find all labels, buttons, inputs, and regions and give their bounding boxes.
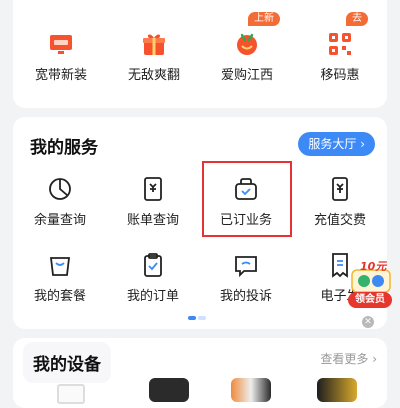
device-thumb-router[interactable] — [57, 384, 85, 404]
service-usage-query[interactable]: 余量查询 — [16, 175, 104, 228]
service-my-plan[interactable]: 我的套餐 — [16, 251, 104, 304]
qr-code-icon — [329, 33, 351, 55]
page-dot — [198, 316, 206, 320]
service-label: 余量查询 — [33, 213, 86, 228]
service-label: 充值交费 — [313, 213, 366, 228]
service-label: 我的订单 — [126, 289, 179, 304]
member-promo-widget[interactable]: 10元 领会员 — [346, 258, 396, 314]
service-my-orders[interactable]: 我的订单 — [109, 251, 197, 304]
quick-item-code[interactable]: 移码惠 — [300, 30, 380, 83]
quick-item-broadband[interactable]: 宽带新装 — [21, 30, 101, 83]
quick-item-jiangxi[interactable]: 爱购江西 — [207, 30, 287, 83]
service-my-complaints[interactable]: 我的投诉 — [202, 251, 290, 304]
devices-title: 我的设备 — [23, 342, 111, 383]
services-title: 我的服务 — [30, 138, 98, 158]
service-bill-query[interactable]: 账单查询 — [109, 175, 197, 228]
my-devices-card: 我的设备 查看更多 › — [13, 338, 387, 408]
broadband-tv-icon — [50, 35, 72, 54]
promo-member-button[interactable]: 领会员 — [348, 292, 392, 308]
shopping-mascot-icon — [237, 33, 257, 55]
device-thumb-phone-2[interactable] — [231, 378, 271, 402]
order-clipboard-icon — [144, 253, 162, 277]
gift-box-icon — [143, 34, 165, 55]
service-label: 我的投诉 — [219, 289, 272, 304]
device-thumb-phone-1[interactable] — [149, 378, 189, 402]
quick-item-label: 无敌爽翻 — [127, 68, 180, 83]
promo-cash-amount: 10元 — [360, 260, 387, 273]
quick-item-label: 移码惠 — [320, 68, 360, 83]
selection-highlight-box — [202, 161, 292, 237]
view-more-link[interactable]: 查看更多 › — [320, 350, 377, 367]
usage-pie-icon — [49, 178, 71, 200]
service-label: 我的套餐 — [33, 289, 86, 304]
new-tag-badge: 上新 — [248, 12, 280, 26]
device-thumb-phone-3[interactable] — [317, 378, 357, 402]
my-services-card: 我的服务 服务大厅 › 余量查询 账单查询 已订业务 充值交费 我的套餐 我的订… — [13, 117, 387, 329]
quick-item-gift[interactable]: 无敌爽翻 — [114, 30, 194, 83]
service-recharge[interactable]: 充值交费 — [296, 175, 384, 228]
page-dot-active — [188, 316, 196, 320]
quick-item-label: 爱购江西 — [220, 68, 273, 83]
page-indicator — [188, 316, 210, 320]
bill-document-icon — [144, 177, 162, 201]
service-hall-button[interactable]: 服务大厅 › — [298, 132, 375, 156]
complaint-chat-icon — [235, 256, 257, 278]
quick-actions-card: 上新 去 宽带新装 无敌爽翻 爱购江西 移码惠 — [13, 0, 387, 108]
plan-bag-icon — [49, 257, 71, 276]
quick-item-label: 宽带新装 — [34, 68, 87, 83]
recharge-phone-icon — [332, 177, 348, 201]
go-tag-badge: 去 — [346, 12, 368, 26]
service-label: 账单查询 — [126, 213, 179, 228]
close-icon[interactable]: ✕ — [362, 316, 374, 328]
